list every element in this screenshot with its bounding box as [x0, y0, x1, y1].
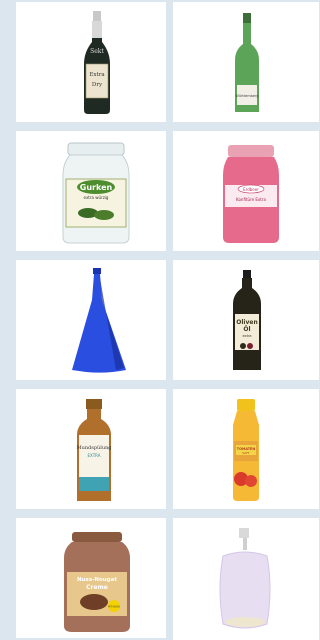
- gurken-label-subtitle: extra würzig: [84, 195, 109, 200]
- perfume-flask-image: [219, 528, 271, 629]
- jam-label-subtitle: Konfitüre Extra: [236, 197, 266, 202]
- oil-bottle-image: Oliven Öl extra: [233, 270, 261, 370]
- sekt-label-dry: Dry: [92, 82, 103, 88]
- product-tile-sekt[interactable]: Sekt Extra Dry: [16, 2, 166, 122]
- nougat-label-creme: Creme: [86, 584, 108, 591]
- product-tile-nuss-nougat[interactable]: Nuss-Nougat Creme MIT KAKAO: [16, 518, 166, 638]
- product-tile-konfituere[interactable]: Erdbeer Konfitüre Extra: [173, 131, 319, 251]
- juice-label-saft: SAFT: [242, 451, 250, 455]
- oil-label-oel: Öl: [243, 326, 250, 333]
- product-tile-wine[interactable]: Württemberg: [173, 2, 319, 122]
- product-tile-blue-bottle[interactable]: [16, 260, 166, 380]
- gurken-label-title: Gurken: [80, 183, 113, 192]
- blue-bottle-image: [72, 268, 126, 373]
- product-tile-gurken[interactable]: Gurken extra würzig: [16, 131, 166, 251]
- nougat-label-title: Nuss-Nougat: [77, 577, 117, 583]
- nougat-label-badge: MIT KAKAO: [108, 606, 120, 609]
- product-tile-mundspuelung[interactable]: Mundspülung EXTRA: [16, 389, 166, 509]
- gurken-jar-image: Gurken extra würzig: [62, 142, 130, 244]
- jam-jar-image: Erdbeer Konfitüre Extra: [223, 145, 279, 243]
- oil-label-title: Oliven: [236, 319, 257, 326]
- juice-bottle-image: TOMATEN SAFT: [233, 399, 259, 501]
- jam-label-title: Erdbeer: [243, 187, 259, 192]
- oil-label-extra: extra: [242, 334, 251, 338]
- mouthwash-label-title: Mundspülung: [77, 445, 113, 451]
- sekt-bottle-image: Sekt Extra Dry: [84, 11, 110, 114]
- wine-label: Württemberg: [235, 94, 258, 98]
- mouthwash-label-extra: EXTRA: [88, 453, 101, 458]
- nougat-jar-image: Nuss-Nougat Creme MIT KAKAO: [64, 532, 130, 632]
- product-tile-olivenoel[interactable]: Oliven Öl extra: [173, 260, 319, 380]
- mouthwash-bottle-image: Mundspülung EXTRA: [77, 399, 113, 501]
- sekt-label-title: Sekt: [90, 48, 104, 55]
- wine-bottle-image: Württemberg: [235, 13, 259, 112]
- product-tile-tomatensaft[interactable]: TOMATEN SAFT: [173, 389, 319, 509]
- product-tile-perfume[interactable]: [173, 518, 319, 640]
- product-grid: Sekt Extra Dry Württemberg Gurken extra …: [16, 2, 319, 640]
- sekt-label-extra: Extra: [89, 72, 105, 78]
